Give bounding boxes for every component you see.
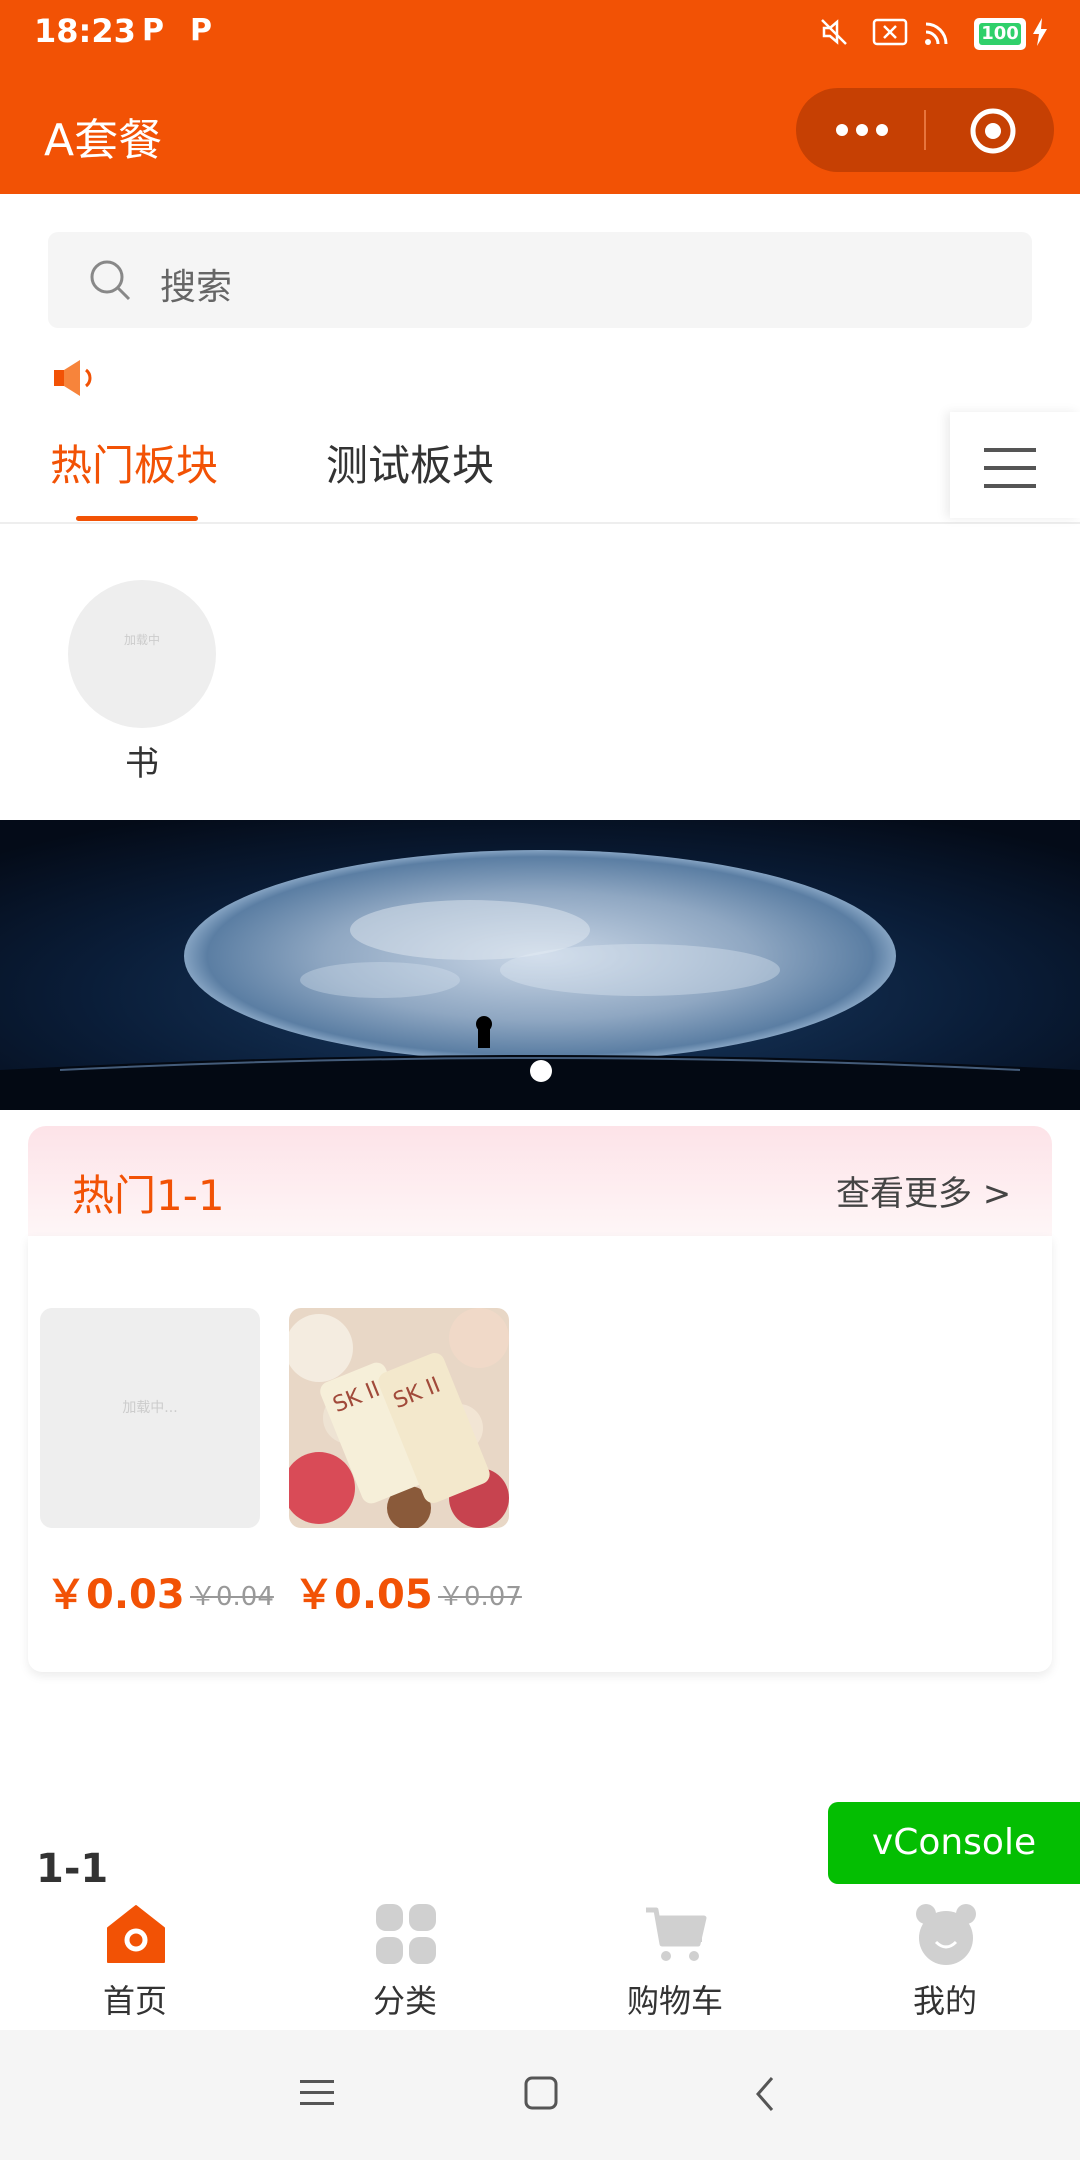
- category-icon: [376, 1904, 436, 1964]
- tabbar-label: 分类: [372, 1982, 437, 2020]
- home-nav-icon[interactable]: [524, 2076, 558, 2110]
- mini-program-capsule: [796, 88, 1054, 172]
- view-more-link[interactable]: 查看更多 >: [836, 1166, 1011, 1215]
- category-image[interactable]: 加载中: [68, 580, 216, 728]
- section-title: 热门1-1: [72, 1171, 225, 1220]
- category-label[interactable]: 书: [68, 736, 216, 785]
- status-time: 18:23: [34, 12, 136, 50]
- tabbar-item-category[interactable]: 分类: [270, 1884, 540, 2030]
- home-icon: [107, 1905, 165, 1963]
- product-price: ￥0.03: [46, 1572, 185, 1618]
- bottom-tab-bar: 首页 分类 购物车 我的: [0, 1884, 1080, 2030]
- capsule-divider: [924, 110, 926, 150]
- skincare-product-image: SK II SK II: [289, 1308, 509, 1528]
- battery-icon: 100: [974, 18, 1026, 50]
- tabbar-item-home[interactable]: 首页: [0, 1884, 270, 2030]
- hamburger-menu-icon: [984, 448, 1036, 488]
- back-nav-icon[interactable]: [754, 2076, 776, 2112]
- p-badge-icon: P: [190, 13, 212, 48]
- battery-level: 100: [979, 23, 1021, 45]
- product-original-price: ￥0.04: [190, 1582, 274, 1612]
- tabbar-label: 我的: [912, 1982, 977, 2020]
- menu-nav-icon[interactable]: [300, 2078, 334, 2108]
- product-price: ￥0.05: [294, 1572, 433, 1618]
- tab-hot-section[interactable]: 热门板块: [50, 432, 218, 493]
- search-icon: [90, 260, 131, 301]
- search-input[interactable]: 搜索: [48, 232, 1032, 328]
- system-nav-bar: [0, 2030, 1080, 2160]
- search-placeholder: 搜索: [160, 267, 233, 308]
- product-original-price: ￥0.07: [438, 1582, 522, 1612]
- product-image[interactable]: 加载中...: [40, 1308, 260, 1528]
- active-tab-indicator: [76, 516, 198, 521]
- app-header: A套餐: [0, 64, 1080, 194]
- mute-icon: [821, 19, 847, 45]
- speaker-icon: [54, 360, 92, 396]
- loading-text: 加载中: [123, 633, 160, 647]
- status-bar: 18:23 P P 100: [0, 0, 1080, 64]
- page-title: A套餐: [44, 115, 163, 166]
- divider: [0, 522, 1080, 524]
- tab-menu-button[interactable]: [950, 412, 1080, 518]
- sim-off-icon: [872, 18, 908, 46]
- loading-text: 加载中...: [122, 1400, 178, 1416]
- tabbar-label: 购物车: [626, 1982, 723, 2020]
- tabbar-label: 首页: [102, 1982, 167, 2020]
- cart-icon: [646, 1907, 707, 1961]
- tabbar-item-profile[interactable]: 我的: [810, 1884, 1080, 2030]
- vconsole-button[interactable]: vConsole: [828, 1802, 1080, 1884]
- section-header: 热门1-1 查看更多 >: [28, 1126, 1052, 1236]
- profile-bear-icon: [916, 1904, 976, 1965]
- carousel-dot[interactable]: [530, 1060, 552, 1082]
- wifi-icon: [925, 22, 948, 45]
- tab-test-section[interactable]: 测试板块: [326, 432, 494, 493]
- charging-icon: [1033, 18, 1047, 46]
- p-badge-icon: P: [142, 13, 164, 48]
- more-dots-icon[interactable]: [832, 118, 892, 142]
- close-target-icon[interactable]: [968, 106, 1018, 156]
- tabbar-item-cart[interactable]: 购物车: [540, 1884, 810, 2030]
- product-image[interactable]: SK II SK II: [289, 1308, 509, 1528]
